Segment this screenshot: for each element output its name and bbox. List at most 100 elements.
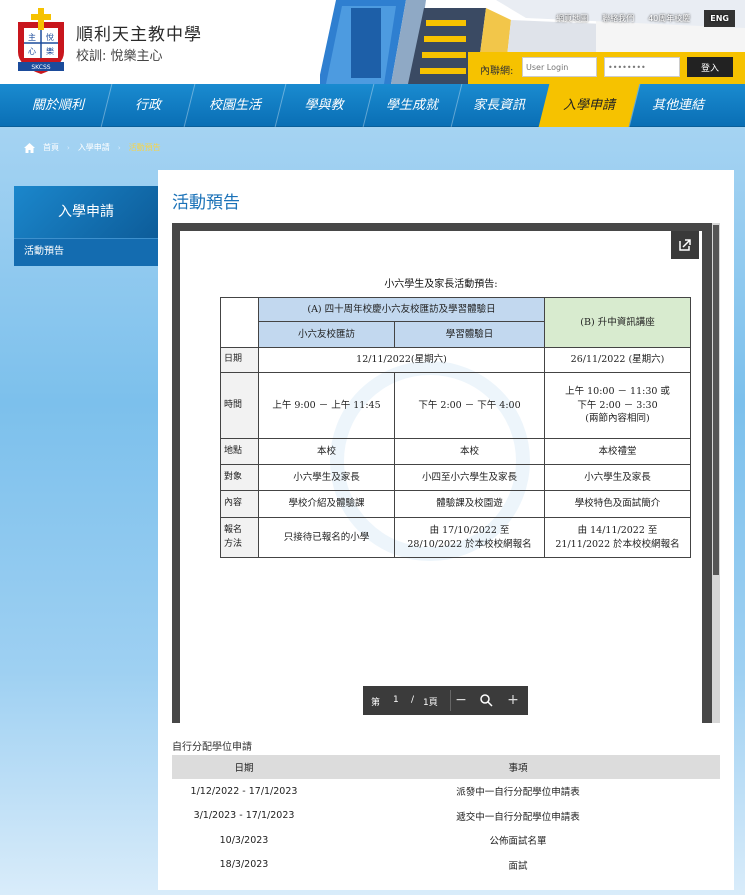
group-b-header: (B) 升中資訊講座 xyxy=(544,297,692,348)
registration-line: 由 14/11/2022 至 xyxy=(577,524,658,536)
time-b-note: (兩節內容相同) xyxy=(585,413,650,425)
time-b: 上午 10:00 － 11:30 或 下午 2:00 － 3:30 (兩節內容相… xyxy=(544,372,692,439)
row-label: 對象 xyxy=(220,464,259,491)
time-a2: 下午 2:00 － 下午 4:00 xyxy=(393,372,546,439)
nav-label: 學生成就 xyxy=(385,98,438,113)
sub-header-a2: 學習體驗日 xyxy=(393,321,546,348)
sidebar-item-event-preview[interactable]: 活動預告 xyxy=(14,238,158,266)
date-cell: 1/12/2022 - 17/1/2023 xyxy=(190,785,298,797)
venue-b: 本校禮堂 xyxy=(544,438,692,465)
pdf-page: 小六學生及家長活動預告: (A) 四十周年校慶小六友校匯訪及學習體驗日 (B) … xyxy=(180,231,702,723)
item-cell: 遞交中一自行分配學位申請表 xyxy=(456,811,580,823)
nav-item-parents[interactable]: 家長資訊 xyxy=(456,84,542,127)
breadcrumb-section[interactable]: 入學申請 xyxy=(78,142,110,153)
nav-divider xyxy=(100,84,113,127)
item-cell: 面試 xyxy=(508,860,528,872)
row-label: 報名 方法 xyxy=(220,517,259,558)
nav-item-other-links[interactable]: 其他連結 xyxy=(636,84,720,127)
table-row: 內容 學校介紹及體驗課 體驗課及校園遊 學校特色及面試簡介 xyxy=(220,490,692,518)
time-b-line: 上午 10:00 － 11:30 或 xyxy=(565,385,670,397)
registration-a1: 只接待已報名的小學 xyxy=(258,517,395,558)
pager-prefix: 第 xyxy=(371,698,381,708)
top-links: 網頁地圖 聯絡我們 40周年校慶 ENG xyxy=(556,10,735,27)
time-b-line: 下午 2:00 － 3:30 xyxy=(577,399,658,411)
row-label: 內容 xyxy=(220,490,259,518)
svg-text:SKCSS: SKCSS xyxy=(31,64,50,71)
sub-header-a1: 小六友校匯訪 xyxy=(258,321,395,348)
main-content: 活動預告 小六學生及家長活動預告: (A) 四十周年校慶小六友校匯訪及學習體驗日… xyxy=(158,170,734,890)
intranet-label: 內聯網: xyxy=(480,66,514,77)
nav-item-admin[interactable]: 行政 xyxy=(112,84,184,127)
zoom-button[interactable] xyxy=(476,689,496,711)
pdf-pager: 第 1 / 1頁 − + xyxy=(363,686,528,715)
column-header-date: 日期 xyxy=(172,755,316,779)
site-header: 主 悅 心 樂 SKCSS 順利天主教中學 校訓: 悅樂主心 網頁地圖 聯絡我們… xyxy=(0,0,745,84)
section-title: 自行分配學位申請 xyxy=(172,742,252,753)
nav-item-campus-life[interactable]: 校園生活 xyxy=(192,84,278,127)
table-row: 1/12/2022 - 17/1/2023 派發中一自行分配學位申請表 xyxy=(172,779,720,804)
table-header-row: 日期 事項 xyxy=(172,755,720,779)
nav-label: 入學申請 xyxy=(562,98,615,113)
zoom-out-button[interactable]: − xyxy=(451,689,471,711)
sidebar-title: 入學申請 xyxy=(14,186,158,238)
nav-label: 學與教 xyxy=(304,98,344,113)
breadcrumb-current: 活動預告 xyxy=(128,143,161,152)
venue-a2: 本校 xyxy=(393,438,546,465)
content-a2: 體驗課及校園遊 xyxy=(393,490,546,518)
nav-item-achievements[interactable]: 學生成就 xyxy=(370,84,454,127)
contact-link[interactable]: 聯絡我們 xyxy=(602,13,634,24)
password-input[interactable] xyxy=(604,57,680,77)
username-input[interactable] xyxy=(522,57,597,77)
school-logo-icon[interactable]: 主 悅 心 樂 SKCSS xyxy=(14,8,68,76)
school-name[interactable]: 順利天主教中學 xyxy=(76,20,202,45)
row-label-line: 方法 xyxy=(224,538,243,549)
table-row: 日期 12/11/2022(星期六) 26/11/2022 (星期六) xyxy=(220,347,692,373)
pdf-viewer[interactable]: 小六學生及家長活動預告: (A) 四十周年校慶小六友校匯訪及學習體驗日 (B) … xyxy=(172,223,720,723)
target-a1: 小六學生及家長 xyxy=(258,464,395,491)
nav-item-learning[interactable]: 學與教 xyxy=(282,84,366,127)
scrollbar-thumb[interactable] xyxy=(713,225,719,575)
svg-text:心: 心 xyxy=(28,47,36,56)
svg-text:悅: 悅 xyxy=(46,32,54,42)
table-row: 3/1/2023 - 17/1/2023 遞交中一自行分配學位申請表 xyxy=(172,804,720,829)
external-link-icon xyxy=(679,239,691,251)
target-b: 小六學生及家長 xyxy=(544,464,692,491)
registration-line: 21/11/2022 於本校校網報名 xyxy=(555,538,680,550)
svg-text:主: 主 xyxy=(28,32,36,42)
date-b: 26/11/2022 (星期六) xyxy=(544,347,692,373)
anniversary-link[interactable]: 40周年校慶 xyxy=(648,13,690,24)
group-a-header: (A) 四十周年校慶小六友校匯訪及學習體驗日 xyxy=(257,297,546,322)
pager-total: 1頁 xyxy=(423,698,438,708)
table-cell xyxy=(220,297,259,348)
date-cell: 3/1/2023 - 17/1/2023 xyxy=(193,810,295,822)
page-number-input[interactable]: 1 xyxy=(393,695,399,705)
breadcrumb-home[interactable]: 首頁 xyxy=(43,142,59,153)
nav-item-about[interactable]: 關於順利 xyxy=(18,84,98,127)
school-motto: 校訓: 悅樂主心 xyxy=(76,49,163,64)
pdf-scrollbar[interactable] xyxy=(712,223,720,723)
nav-label: 其他連結 xyxy=(651,98,704,113)
table-row: 時間 上午 9:00 － 上午 11:45 下午 2:00 － 下午 4:00 … xyxy=(220,372,692,439)
login-button[interactable]: 登入 xyxy=(687,57,733,77)
page-title: 活動預告 xyxy=(172,193,240,213)
home-icon[interactable] xyxy=(24,142,35,153)
pager-separator: / xyxy=(411,695,415,705)
venue-a1: 本校 xyxy=(258,438,395,465)
item-cell: 派發中一自行分配學位申請表 xyxy=(456,787,580,799)
nav-label: 關於順利 xyxy=(31,98,84,113)
language-eng-button[interactable]: ENG xyxy=(704,10,735,27)
row-label: 時間 xyxy=(220,372,259,439)
nav-label: 行政 xyxy=(134,98,161,113)
open-external-button[interactable] xyxy=(671,231,699,259)
sitemap-link[interactable]: 網頁地圖 xyxy=(556,13,588,24)
nav-label: 家長資訊 xyxy=(472,98,525,113)
breadcrumb-separator-icon: › xyxy=(117,143,121,152)
time-a1: 上午 9:00 － 上午 11:45 xyxy=(258,372,395,439)
schedule-table: 日期 事項 1/12/2022 - 17/1/2023 派發中一自行分配學位申請… xyxy=(172,755,720,877)
zoom-in-button[interactable]: + xyxy=(503,689,523,711)
table-row: 對象 小六學生及家長 小四至小六學生及家長 小六學生及家長 xyxy=(220,464,692,491)
date-cell: 10/3/2023 xyxy=(219,834,269,846)
nav-item-admission[interactable]: 入學申請 xyxy=(538,84,640,127)
activity-table: (A) 四十周年校慶小六友校匯訪及學習體驗日 (B) 升中資訊講座 小六友校匯訪… xyxy=(220,297,692,558)
target-a2: 小四至小六學生及家長 xyxy=(393,464,546,491)
